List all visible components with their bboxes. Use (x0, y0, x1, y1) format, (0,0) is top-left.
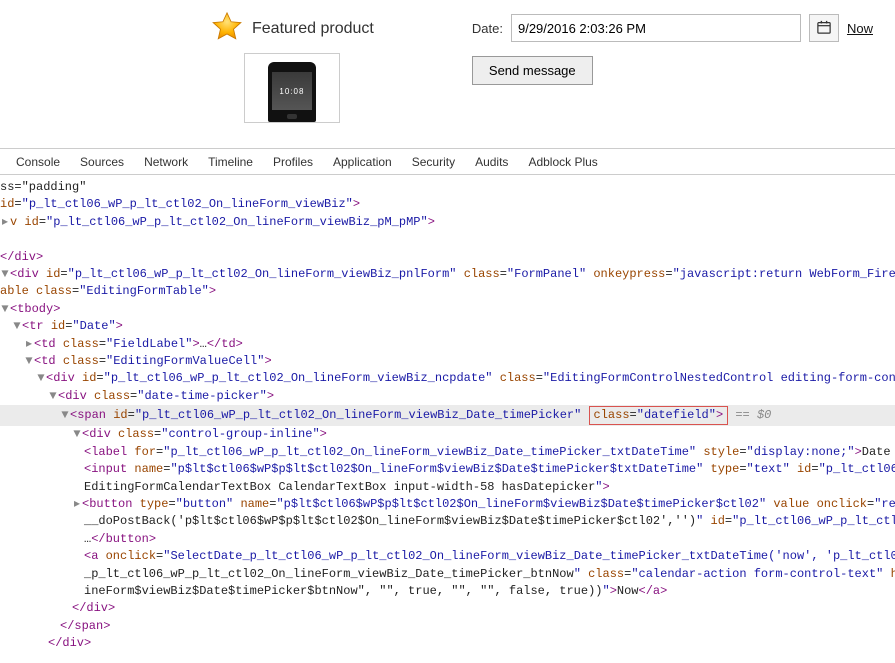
date-form: Date: Now Send message (472, 14, 873, 85)
calendar-icon (817, 20, 831, 37)
tab-network[interactable]: Network (134, 149, 198, 174)
tab-adblock[interactable]: Adblock Plus (518, 149, 607, 174)
highlight-box: class="datefield"> (589, 406, 729, 425)
featured-title: Featured product (252, 20, 374, 38)
tab-console[interactable]: Console (6, 149, 70, 174)
product-thumbnail[interactable]: 10:08 (244, 53, 340, 123)
date-label: Date: (472, 21, 503, 36)
tab-timeline[interactable]: Timeline (198, 149, 263, 174)
tab-security[interactable]: Security (402, 149, 465, 174)
code-line: ss="padding" (0, 180, 86, 194)
tab-sources[interactable]: Sources (70, 149, 134, 174)
app-top-pane: Featured product 10:08 Date: (0, 0, 895, 148)
date-row: Date: Now (472, 14, 873, 42)
phone-home-button-icon (287, 114, 297, 119)
devtools-panel: Console Sources Network Timeline Profile… (0, 148, 895, 663)
now-link[interactable]: Now (847, 21, 873, 36)
tab-audits[interactable]: Audits (465, 149, 518, 174)
featured-header: Featured product (210, 10, 374, 47)
highlighted-span-line[interactable]: ▼<span id="p_lt_ctl06_wP_p_lt_ctl02_On_l… (0, 405, 895, 426)
featured-product-widget: Featured product 10:08 (210, 10, 374, 123)
date-input[interactable] (511, 14, 801, 42)
calendar-button[interactable] (809, 14, 839, 42)
send-message-button[interactable]: Send message (472, 56, 593, 85)
tab-profiles[interactable]: Profiles (263, 149, 323, 174)
tab-application[interactable]: Application (323, 149, 402, 174)
elements-tree[interactable]: ss="padding" id="p_lt_ctl06_wP_p_lt_ctl0… (0, 175, 895, 663)
star-icon (210, 10, 244, 47)
code-line: </div> (0, 250, 43, 264)
phone-icon: 10:08 (268, 62, 316, 122)
devtools-tabs: Console Sources Network Timeline Profile… (0, 149, 895, 175)
phone-screen: 10:08 (272, 72, 312, 110)
